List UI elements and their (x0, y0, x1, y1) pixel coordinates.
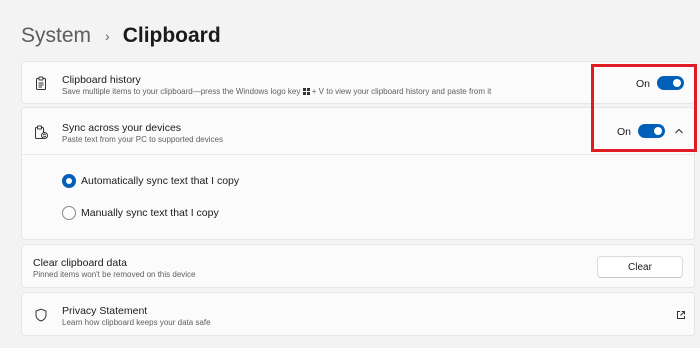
clear-clipboard-subtitle: Pinned items won't be removed on this de… (33, 270, 196, 279)
sync-option-manual[interactable]: Manually sync text that I copy (62, 205, 219, 221)
clear-clipboard-card: Clear clipboard data Pinned items won't … (21, 244, 695, 288)
clipboard-history-subtitle-start: Save multiple items to your clipboard—pr… (62, 87, 303, 96)
clipboard-sync-icon (34, 125, 48, 139)
clipboard-history-subtitle: Save multiple items to your clipboard—pr… (62, 87, 491, 96)
shield-icon (34, 308, 48, 322)
radio-automatic[interactable] (62, 174, 76, 188)
sync-option-manual-label: Manually sync text that I copy (81, 207, 219, 219)
breadcrumb-separator: › (105, 28, 110, 44)
page-title: Clipboard (122, 24, 221, 47)
sync-devices-subtitle: Paste text from your PC to supported dev… (62, 135, 223, 144)
radio-manual[interactable] (62, 206, 76, 220)
breadcrumb-system[interactable]: System (21, 24, 91, 48)
privacy-statement-title: Privacy Statement (62, 305, 148, 317)
clipboard-history-title: Clipboard history (62, 74, 141, 86)
clear-button[interactable]: Clear (597, 256, 683, 278)
clear-clipboard-title: Clear clipboard data (33, 257, 127, 269)
privacy-statement-subtitle: Learn how clipboard keeps your data safe (62, 318, 211, 327)
sync-option-automatic[interactable]: Automatically sync text that I copy (62, 173, 239, 189)
sync-divider (22, 154, 694, 155)
settings-page: System › Clipboard Clipboard history Sav… (0, 0, 700, 348)
clipboard-icon (34, 76, 48, 90)
breadcrumb: System › Clipboard (21, 22, 221, 50)
windows-logo-key-icon (302, 88, 310, 95)
annotation-highlight-box (591, 64, 697, 152)
privacy-statement-card[interactable]: Privacy Statement Learn how clipboard ke… (21, 292, 695, 336)
sync-devices-title: Sync across your devices (62, 122, 182, 134)
clipboard-history-subtitle-end: + V to view your clipboard history and p… (309, 87, 492, 96)
external-link-icon[interactable] (676, 310, 686, 320)
sync-option-automatic-label: Automatically sync text that I copy (81, 175, 240, 187)
